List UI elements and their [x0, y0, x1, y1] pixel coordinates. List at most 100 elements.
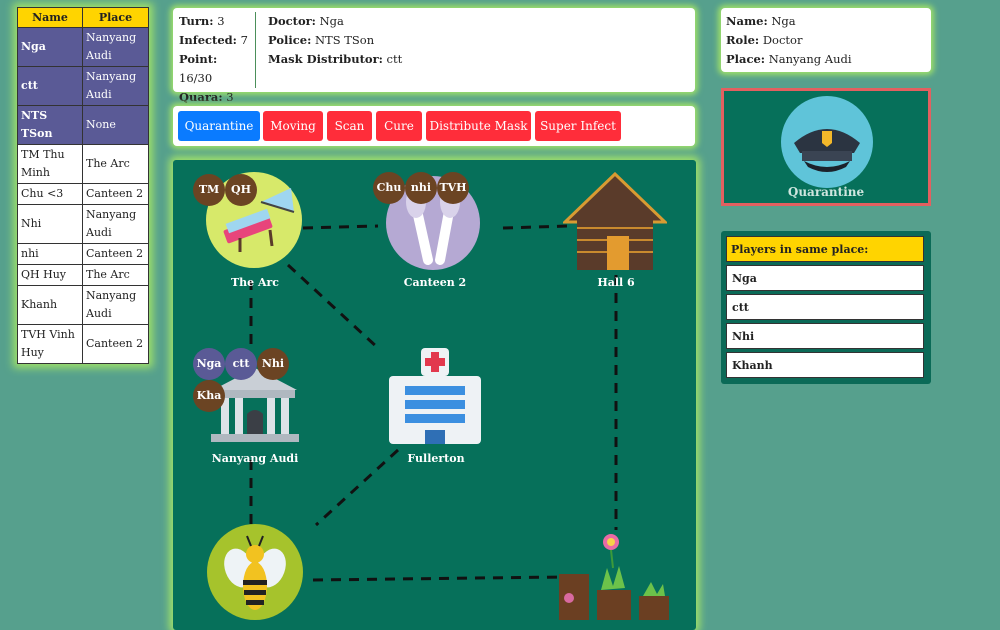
table-row: NTS TSon None: [17, 105, 149, 145]
turn-label: Turn:: [179, 14, 214, 28]
info-role: Role: Doctor: [726, 31, 852, 50]
bee-icon: [207, 524, 303, 620]
player-place: None: [82, 105, 149, 145]
infected-label: Infected:: [179, 33, 237, 47]
info-name-label: Name:: [726, 14, 768, 28]
player-name: TVH Vinh Huy: [17, 324, 83, 364]
player-name: Nhi: [17, 204, 83, 244]
cure-button[interactable]: Cure: [376, 111, 422, 141]
place-garden[interactable]: [559, 524, 673, 620]
police-value: NTS TSon: [314, 33, 375, 47]
player-token[interactable]: TVH: [437, 172, 469, 204]
place-label-hall-6: Hall 6: [597, 276, 635, 289]
distribute-mask-button[interactable]: Distribute Mask: [426, 111, 531, 141]
player-token[interactable]: Chu: [373, 172, 405, 204]
info-name-value: Nga: [771, 14, 796, 28]
table-row: Nhi Nanyang Audi: [17, 204, 149, 244]
role-card-label: Quarantine: [787, 185, 865, 199]
player-info-panel: Name: Nga Role: Doctor Place: Nanyang Au…: [721, 8, 931, 72]
turn-stat: Turn: 3: [179, 12, 253, 31]
police-label: Police:: [268, 33, 312, 47]
table-row: nhi Canteen 2: [17, 243, 149, 265]
info-place-label: Place:: [726, 52, 766, 66]
table-row: TVH Vinh Huy Canteen 2: [17, 324, 149, 364]
name-column-header: Name: [17, 7, 83, 28]
table-row: QH Huy The Arc: [17, 264, 149, 286]
police-assignment: Police: NTS TSon: [268, 31, 402, 50]
info-place-value: Nanyang Audi: [768, 52, 852, 66]
list-item[interactable]: ctt: [726, 294, 924, 320]
player-name: TM Thu Minh: [17, 144, 83, 184]
list-item[interactable]: Khanh: [726, 352, 924, 378]
mask-distributor-value: ctt: [386, 52, 403, 66]
place-hall-6[interactable]: [561, 171, 669, 272]
player-token[interactable]: Kha: [193, 380, 225, 412]
players-table: Name Place Nga Nanyang Audi ctt Nanyang …: [17, 7, 149, 364]
info-name: Name: Nga: [726, 12, 852, 31]
table-row: ctt Nanyang Audi: [17, 66, 149, 106]
game-board: The Arc TM QH Canteen 2 Chu nhi TVH Hall…: [173, 160, 696, 630]
info-place: Place: Nanyang Audi: [726, 50, 852, 69]
player-name: QH Huy: [17, 264, 83, 286]
player-token[interactable]: Nga: [193, 348, 225, 380]
scan-button[interactable]: Scan: [327, 111, 372, 141]
player-place: Nanyang Audi: [82, 285, 149, 325]
game-status-panel: Turn: 3 Infected: 7 Point: 16/30 Quara: …: [173, 8, 695, 104]
player-token[interactable]: TM: [193, 174, 225, 206]
quara-stat: Quara: 3: [179, 88, 253, 107]
game-stats: Turn: 3 Infected: 7 Point: 16/30 Quara: …: [179, 12, 253, 107]
mask-distributor-label: Mask Distributor:: [268, 52, 383, 66]
doctor-assignment: Doctor: Nga: [268, 12, 402, 31]
player-place: Canteen 2: [82, 243, 149, 265]
player-token[interactable]: Nhi: [257, 348, 289, 380]
player-token[interactable]: ctt: [225, 348, 257, 380]
quarantine-button[interactable]: Quarantine: [178, 111, 260, 141]
player-place: Nanyang Audi: [82, 27, 149, 67]
player-name: Chu <3: [17, 183, 83, 205]
role-card[interactable]: Quarantine: [721, 88, 931, 206]
player-name: ctt: [17, 66, 83, 106]
player-place: Canteen 2: [82, 183, 149, 205]
infected-stat: Infected: 7: [179, 31, 253, 50]
place-column-header: Place: [82, 7, 149, 28]
doctor-label: Doctor:: [268, 14, 316, 28]
doctor-value: Nga: [319, 14, 344, 28]
player-name: NTS TSon: [17, 105, 83, 145]
player-place: Nanyang Audi: [82, 66, 149, 106]
player-name: Khanh: [17, 285, 83, 325]
table-row: Khanh Nanyang Audi: [17, 285, 149, 325]
infected-value: 7: [240, 33, 248, 47]
list-item[interactable]: Nga: [726, 265, 924, 291]
list-item[interactable]: Nhi: [726, 323, 924, 349]
point-value: 16/30: [179, 71, 213, 85]
point-stat: Point: 16/30: [179, 50, 253, 88]
player-place: The Arc: [82, 144, 149, 184]
player-token[interactable]: nhi: [405, 172, 437, 204]
place-fullerton[interactable]: [385, 346, 485, 446]
place-bee[interactable]: [207, 524, 303, 620]
player-place: Nanyang Audi: [82, 204, 149, 244]
hospital-icon: [389, 348, 481, 444]
place-label-canteen-2: Canteen 2: [403, 276, 467, 289]
place-label-fullerton: Fullerton: [407, 452, 465, 465]
plants-icon: [559, 534, 669, 620]
players-table-header: Name Place: [17, 7, 149, 28]
moving-button[interactable]: Moving: [263, 111, 323, 141]
player-name: Nga: [17, 27, 83, 67]
player-place: Canteen 2: [82, 324, 149, 364]
table-row: TM Thu Minh The Arc: [17, 144, 149, 184]
info-role-value: Doctor: [762, 33, 803, 47]
table-row: Nga Nanyang Audi: [17, 27, 149, 67]
place-label-nanyang-audi: Nanyang Audi: [211, 452, 299, 465]
place-label-the-arc: The Arc: [230, 276, 280, 289]
police-cap-icon: [781, 96, 873, 188]
player-name: nhi: [17, 243, 83, 265]
super-infect-button[interactable]: Super Infect: [535, 111, 621, 141]
mask-distributor-assignment: Mask Distributor: ctt: [268, 50, 402, 69]
status-divider: [255, 12, 256, 88]
cabin-icon: [561, 171, 669, 270]
player-token[interactable]: QH: [225, 174, 257, 206]
role-assignments: Doctor: Nga Police: NTS TSon Mask Distri…: [268, 12, 402, 69]
quara-value: 3: [226, 90, 234, 104]
table-row: Chu <3 Canteen 2: [17, 183, 149, 205]
